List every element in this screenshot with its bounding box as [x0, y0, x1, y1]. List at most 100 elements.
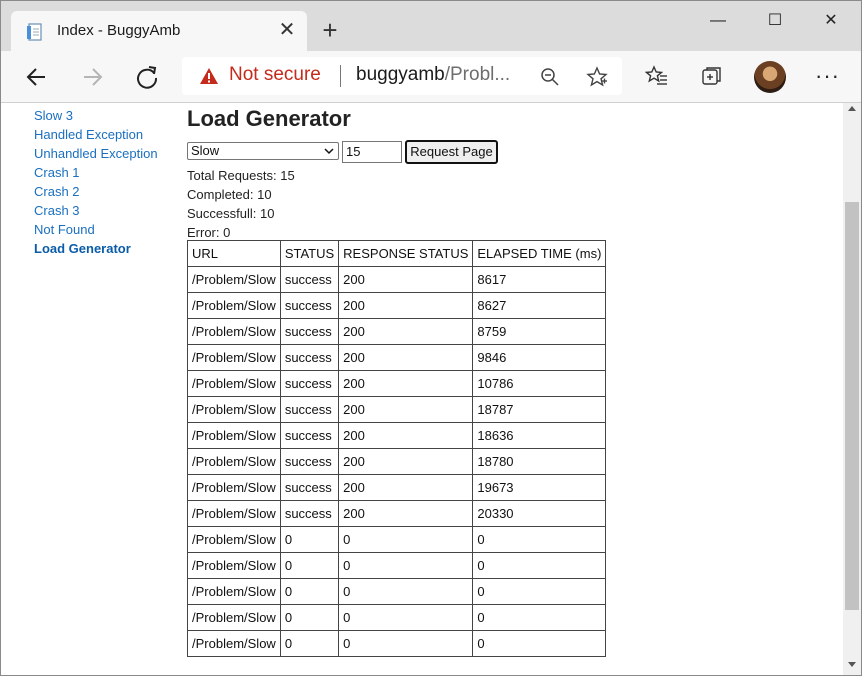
scrollbar-thumb[interactable] [845, 202, 859, 610]
scroll-down-icon[interactable] [848, 662, 856, 668]
cell-status: 0 [279, 578, 340, 605]
cell-status: success [279, 474, 340, 501]
nav-link-crash-2[interactable]: Crash 2 [34, 182, 158, 201]
cell-url: /Problem/Slow [187, 370, 281, 397]
cell-status: success [279, 396, 340, 423]
security-status[interactable]: Not secure [229, 64, 321, 86]
cell-status: success [279, 344, 340, 371]
page-title: Load Generator [187, 106, 351, 131]
cell-response-status: 0 [338, 604, 474, 631]
cell-elapsed-time: 0 [472, 526, 607, 553]
refresh-icon[interactable] [133, 63, 161, 91]
table-row: /Problem/Slow success 200 18787 [187, 396, 607, 423]
cell-elapsed-time: 0 [472, 578, 607, 605]
nav-link-crash-1[interactable]: Crash 1 [34, 163, 158, 182]
collections-icon[interactable] [700, 64, 724, 88]
browser-toolbar: Not secure buggyamb/Probl... ··· [1, 51, 861, 103]
cell-url: /Problem/Slow [187, 266, 281, 293]
cell-elapsed-time: 10786 [472, 370, 607, 397]
table-row: /Problem/Slow success 200 8759 [187, 318, 607, 345]
table-row: /Problem/Slow success 200 10786 [187, 370, 607, 397]
maximize-icon[interactable]: ☐ [760, 9, 790, 33]
table-row: /Problem/Slow success 200 8627 [187, 292, 607, 319]
cell-status: success [279, 266, 340, 293]
cell-status: success [279, 448, 340, 475]
results-table: URL STATUS RESPONSE STATUS ELAPSED TIME … [187, 240, 607, 657]
cell-response-status: 0 [338, 526, 474, 553]
browser-window: Index - BuggyAmb ✕ + — ☐ ✕ Not secure bu… [0, 0, 862, 676]
profile-avatar[interactable] [754, 61, 786, 93]
nav-link-load-generator[interactable]: Load Generator [34, 239, 158, 258]
cell-response-status: 200 [338, 474, 474, 501]
cell-status: success [279, 292, 340, 319]
table-row: /Problem/Slow 0 0 0 [187, 630, 607, 657]
cell-status: success [279, 500, 340, 527]
back-icon[interactable] [23, 63, 51, 91]
table-row: /Problem/Slow success 200 19673 [187, 474, 607, 501]
nav-link-crash-3[interactable]: Crash 3 [34, 201, 158, 220]
cell-status: 0 [279, 526, 340, 553]
total-requests: Total Requests: 15 [187, 168, 295, 183]
cell-status: 0 [279, 552, 340, 579]
cell-url: /Problem/Slow [187, 500, 281, 527]
page-viewport: Slow 3 Handled Exception Unhandled Excep… [1, 103, 843, 675]
favorites-icon[interactable] [645, 64, 669, 88]
new-tab-icon[interactable]: + [319, 17, 341, 43]
page-icon [27, 23, 42, 41]
nav-link-unhandled-exception[interactable]: Unhandled Exception [34, 144, 158, 163]
warning-icon [200, 68, 218, 84]
close-window-icon[interactable]: ✕ [816, 9, 846, 33]
address-bar[interactable]: Not secure buggyamb/Probl... [182, 57, 622, 95]
tab-bar: Index - BuggyAmb ✕ + — ☐ ✕ [1, 1, 861, 51]
scroll-up-icon[interactable] [848, 105, 856, 111]
cell-url: /Problem/Slow [187, 448, 281, 475]
request-count-input[interactable]: 15 [342, 141, 402, 163]
cell-response-status: 200 [338, 318, 474, 345]
nav-link-not-found[interactable]: Not Found [34, 220, 158, 239]
problem-select-value: Slow [191, 143, 220, 158]
table-header-row: URL STATUS RESPONSE STATUS ELAPSED TIME … [187, 240, 607, 267]
more-options-icon[interactable]: ··· [815, 63, 840, 89]
cell-status: success [279, 318, 340, 345]
favorite-star-icon[interactable] [586, 66, 608, 88]
main-content: Load Generator Slow 15 Request Page Tota… [187, 105, 607, 657]
table-row: /Problem/Slow success 200 18636 [187, 422, 607, 449]
cell-elapsed-time: 19673 [472, 474, 607, 501]
cell-response-status: 0 [338, 552, 474, 579]
cell-response-status: 200 [338, 448, 474, 475]
cell-response-status: 200 [338, 344, 474, 371]
zoom-icon[interactable] [539, 66, 561, 88]
cell-response-status: 200 [338, 500, 474, 527]
table-row: /Problem/Slow success 200 9846 [187, 344, 607, 371]
cell-url: /Problem/Slow [187, 474, 281, 501]
forward-icon[interactable] [78, 63, 106, 91]
results-table-body: /Problem/Slow success 200 8617/Problem/Slow… [187, 266, 607, 657]
cell-url: /Problem/Slow [187, 578, 281, 605]
nav-link-slow-3[interactable]: Slow 3 [34, 106, 158, 125]
cell-elapsed-time: 0 [472, 630, 607, 657]
url-host: buggyamb [356, 64, 445, 85]
close-tab-icon[interactable]: ✕ [277, 20, 297, 40]
tab-index[interactable]: Index - BuggyAmb ✕ [11, 11, 307, 51]
cell-status: 0 [279, 604, 340, 631]
cell-response-status: 200 [338, 370, 474, 397]
table-row: /Problem/Slow 0 0 0 [187, 578, 607, 605]
url-text[interactable]: buggyamb/Probl... [356, 64, 510, 86]
cell-url: /Problem/Slow [187, 344, 281, 371]
successful-count: Successfull: 10 [187, 206, 275, 221]
request-page-button[interactable]: Request Page [405, 140, 498, 164]
cell-elapsed-time: 0 [472, 552, 607, 579]
table-row: /Problem/Slow success 200 20330 [187, 500, 607, 527]
cell-elapsed-time: 18636 [472, 422, 607, 449]
cell-response-status: 0 [338, 578, 474, 605]
vertical-scrollbar[interactable] [843, 103, 861, 675]
cell-elapsed-time: 8627 [472, 292, 607, 319]
column-header-status: STATUS [279, 240, 340, 267]
minimize-icon[interactable]: — [703, 9, 733, 33]
problem-select[interactable]: Slow [187, 142, 339, 160]
nav-link-handled-exception[interactable]: Handled Exception [34, 125, 158, 144]
cell-status: 0 [279, 630, 340, 657]
column-header-url: URL [187, 240, 281, 267]
cell-url: /Problem/Slow [187, 552, 281, 579]
cell-url: /Problem/Slow [187, 292, 281, 319]
